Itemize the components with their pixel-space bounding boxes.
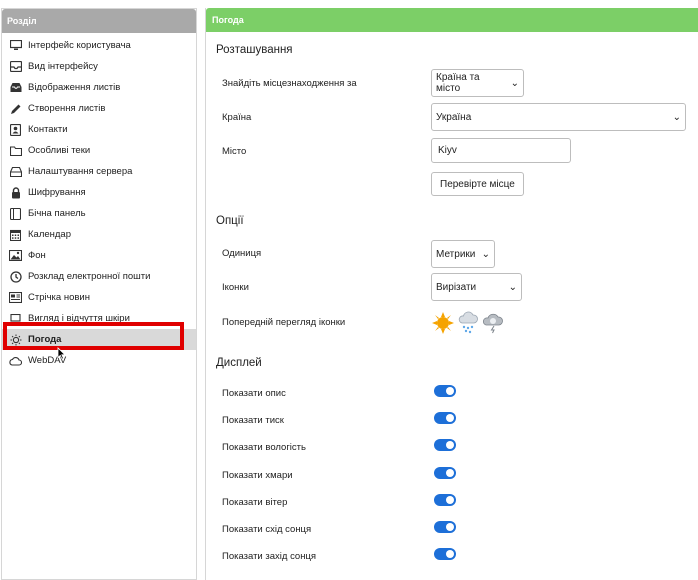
check-location-button[interactable]: Перевірте місце	[431, 172, 524, 196]
section-title-location: Розташування	[216, 44, 293, 56]
city-label: Місто	[222, 146, 247, 157]
cloud-icon	[9, 354, 22, 367]
sidebar-item-label: Погода	[28, 334, 62, 345]
show-wind-toggle[interactable]	[434, 494, 456, 506]
sidebar-item-label: Фон	[28, 250, 46, 261]
chevron-down-icon: ⌄	[510, 77, 519, 89]
sidebar-item-background[interactable]: Фон	[2, 245, 196, 266]
lock-icon	[9, 186, 22, 199]
laptop-icon	[9, 312, 22, 325]
image-icon	[9, 249, 22, 262]
show-clouds-toggle[interactable]	[434, 467, 456, 479]
show-description-toggle[interactable]	[434, 385, 456, 397]
find-location-label: Знайдіть місцезнаходження за	[222, 78, 357, 89]
sidebar-item-label: Розклад електронної пошти	[28, 271, 151, 282]
storm-cloud-icon	[482, 312, 504, 339]
sidebar-item-label: Бічна панель	[28, 208, 86, 219]
chevron-down-icon: ⌄	[672, 111, 681, 123]
toggle-label: Показати схід сонця	[222, 524, 312, 535]
find-location-select[interactable]: Країна та місто ⌄	[431, 69, 524, 97]
sun-icon	[432, 312, 454, 339]
sidebar-item-label: Відображення листів	[28, 82, 121, 93]
calendar-icon	[9, 228, 22, 241]
sidebar-item-label: Шифрування	[28, 187, 86, 198]
section-title-options: Опції	[216, 215, 244, 227]
sidebar-item-label: Вид інтерфейсу	[28, 61, 98, 72]
show-sunrise-toggle[interactable]	[434, 521, 456, 533]
toggle-label: Показати опис	[222, 388, 286, 399]
mouse-cursor-icon	[57, 347, 66, 365]
sidebar-item-weather[interactable]: Погода	[2, 329, 196, 350]
sidebar-item-skin[interactable]: Вигляд і відчуття шкіри	[2, 308, 196, 329]
unit-select[interactable]: Метрики ⌄	[431, 240, 495, 268]
icon-preview	[432, 311, 504, 340]
sidebar-item-label: Календар	[28, 229, 72, 240]
show-humidity-toggle[interactable]	[434, 439, 456, 451]
find-location-value: Країна та місто	[436, 72, 480, 94]
sidebar-item-label: Стрічка новин	[28, 292, 90, 303]
country-select[interactable]: Україна ⌄	[431, 103, 686, 131]
sun-icon	[9, 333, 22, 346]
sidebar-header: Розділ	[2, 9, 196, 33]
sidebar-item-sidebar-panel[interactable]: Бічна панель	[2, 203, 196, 224]
inbox-icon	[9, 60, 22, 73]
panel-icon	[9, 207, 22, 220]
icons-value: Вирізати	[436, 281, 477, 293]
sidebar-item-news-feed[interactable]: Стрічка новин	[2, 287, 196, 308]
sidebar-item-label: Контакти	[28, 124, 68, 135]
sidebar-item-calendar[interactable]: Календар	[2, 224, 196, 245]
sidebar-item-composing[interactable]: Створення листів	[2, 98, 196, 119]
newspaper-icon	[9, 291, 22, 304]
icon-preview-label: Попередній перегляд іконки	[222, 317, 346, 328]
clock-icon	[9, 270, 22, 283]
sidebar-item-special-folders[interactable]: Особливі теки	[2, 140, 196, 161]
weather-settings-panel: Погода Розташування Знайдіть місцезнаход…	[205, 8, 698, 580]
sidebar-item-label: Налаштування сервера	[28, 166, 133, 177]
sidebar-item-encryption[interactable]: Шифрування	[2, 182, 196, 203]
chevron-down-icon: ⌄	[481, 248, 490, 260]
show-pressure-toggle[interactable]	[434, 412, 456, 424]
sidebar-item-label: Інтерфейс користувача	[28, 40, 131, 51]
toggle-label: Показати хмари	[222, 470, 293, 481]
monitor-icon	[9, 39, 22, 52]
toggle-label: Показати вологість	[222, 442, 306, 453]
sidebar-item-user-interface[interactable]: Інтерфейс користувача	[2, 35, 196, 56]
unit-value: Метрики	[436, 248, 476, 260]
folder-icon	[9, 144, 22, 157]
chevron-down-icon: ⌄	[508, 281, 517, 293]
icons-label: Іконки	[222, 282, 249, 293]
toggle-label: Показати тиск	[222, 415, 284, 426]
sidebar-item-webdav[interactable]: WebDAV	[2, 350, 196, 371]
inbox-icon	[9, 81, 22, 94]
country-label: Країна	[222, 112, 252, 123]
server-icon	[9, 165, 22, 178]
sidebar-item-contacts[interactable]: Контакти	[2, 119, 196, 140]
toggle-label: Показати вітер	[222, 497, 288, 508]
sidebar-item-label: Створення листів	[28, 103, 106, 114]
section-title-display: Дисплей	[216, 357, 262, 369]
settings-sidebar: Розділ Інтерфейс користувача Вид інтерфе…	[1, 8, 197, 580]
sidebar-item-email-schedule[interactable]: Розклад електронної пошти	[2, 266, 196, 287]
country-value: Україна	[436, 111, 472, 123]
sidebar-item-label: Особливі теки	[28, 145, 91, 156]
sidebar-item-server-settings[interactable]: Налаштування сервера	[2, 161, 196, 182]
contact-card-icon	[9, 123, 22, 136]
sidebar-item-interface-view[interactable]: Вид інтерфейсу	[2, 56, 196, 77]
toggle-label: Показати захід сонця	[222, 551, 317, 562]
panel-header: Погода	[206, 8, 698, 32]
snow-cloud-icon	[457, 311, 479, 340]
sidebar-item-message-display[interactable]: Відображення листів	[2, 77, 196, 98]
city-input[interactable]: Kiyv	[431, 138, 571, 163]
icons-select[interactable]: Вирізати ⌄	[431, 273, 522, 301]
show-sunset-toggle[interactable]	[434, 548, 456, 560]
pencil-icon	[9, 102, 22, 115]
unit-label: Одиниця	[222, 248, 262, 259]
sidebar-item-label: Вигляд і відчуття шкіри	[28, 313, 130, 324]
